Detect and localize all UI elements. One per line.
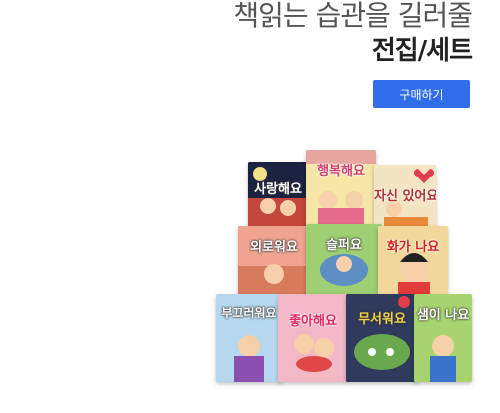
buy-button[interactable]: 구매하기 xyxy=(373,80,470,108)
book-title: 외로워요 xyxy=(250,240,298,255)
book-cover: 샘이 나요 xyxy=(414,294,472,382)
book-title: 무서워요 xyxy=(358,312,406,327)
book-cover: 자신 있어요 xyxy=(374,165,436,228)
page-title: 전집/세트 xyxy=(371,36,473,66)
book-title: 사랑해요 xyxy=(254,182,302,197)
book-title: 행복해요 xyxy=(317,164,365,179)
book-cover: 슬퍼요 xyxy=(306,224,382,296)
book-title: 슬퍼요 xyxy=(326,238,362,253)
book-title: 좋아해요 xyxy=(289,314,337,329)
book-title: 부끄러워요 xyxy=(221,306,277,320)
book-cover: 외로워요 xyxy=(238,226,310,296)
book-cover: 행복해요 xyxy=(306,150,376,228)
book-cover: 사랑해요 xyxy=(248,162,308,228)
book-title: 자신 있어요 xyxy=(374,189,436,204)
book-title: 화가 나요 xyxy=(386,240,440,255)
book-cover: 부끄러워요 xyxy=(216,294,282,382)
book-cover: 좋아해요 xyxy=(278,294,348,382)
book-cover: 화가 나요 xyxy=(378,226,448,296)
headline: 책읽는 습관을 길러줄 xyxy=(233,0,473,32)
book-cover: 무서워요 xyxy=(346,294,418,382)
book-title: 샘이 나요 xyxy=(416,308,470,323)
